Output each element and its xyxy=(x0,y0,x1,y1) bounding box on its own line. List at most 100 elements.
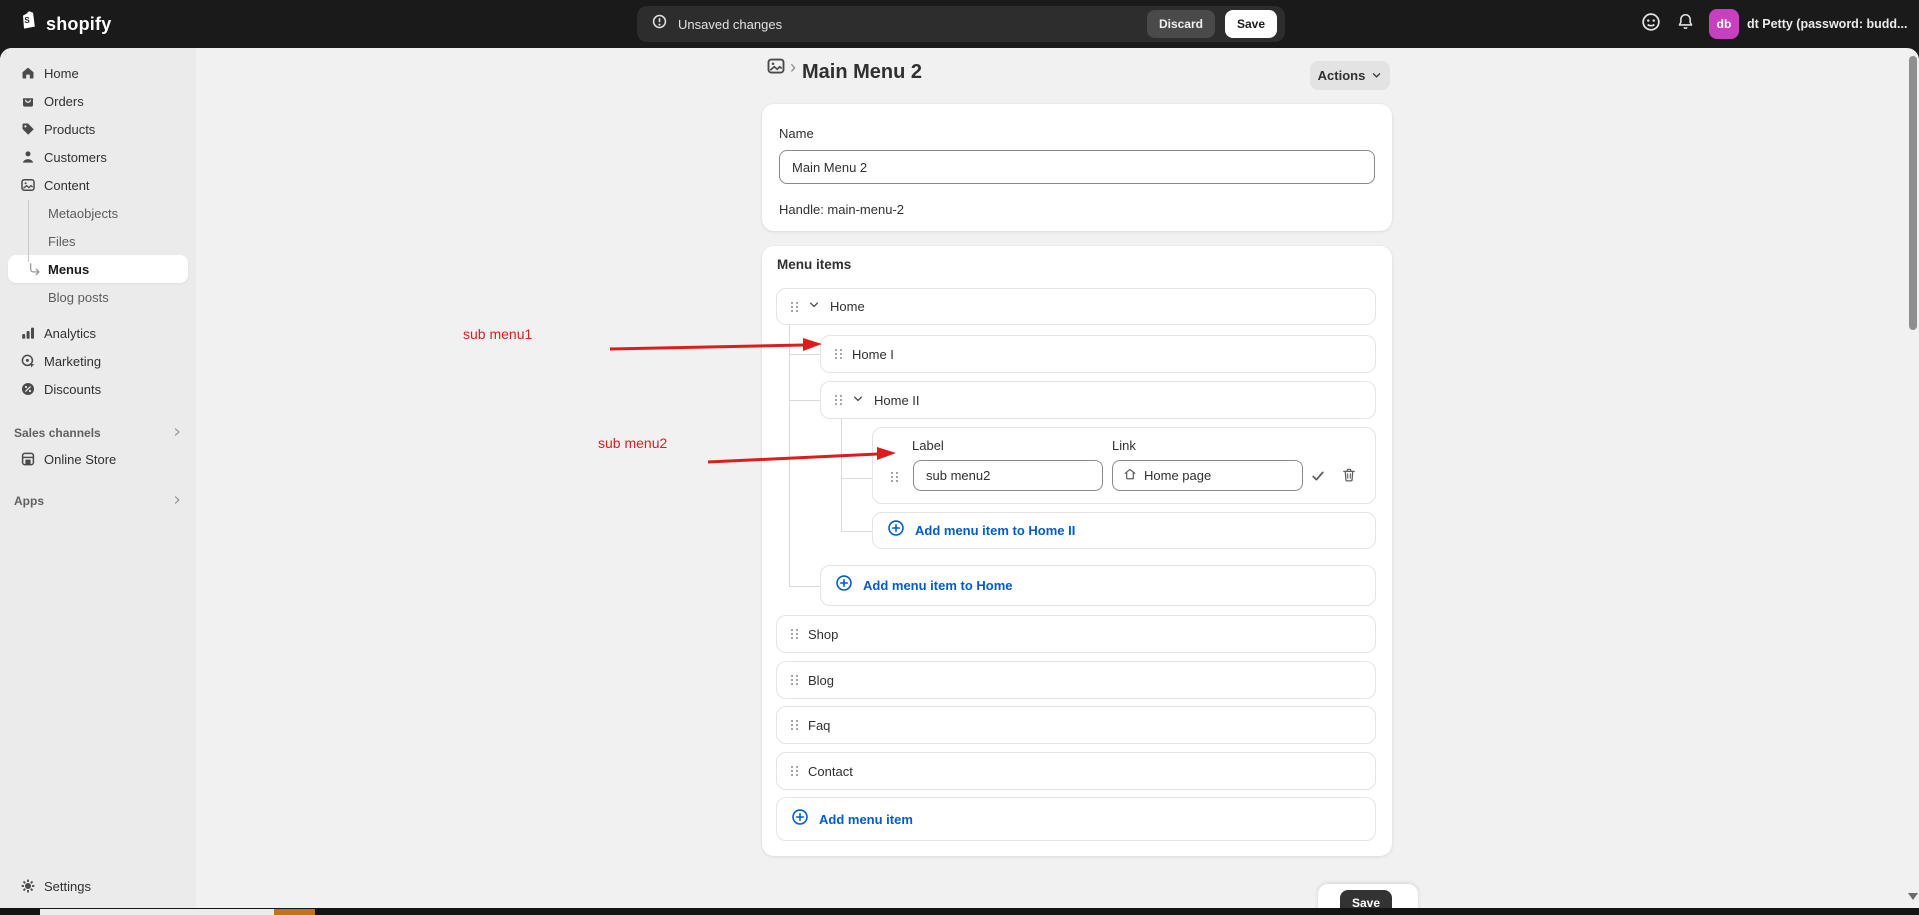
discount-icon xyxy=(20,381,36,397)
menu-row-contact[interactable]: Contact xyxy=(776,752,1376,790)
home-page-icon xyxy=(1123,467,1137,484)
alert-icon xyxy=(651,13,668,35)
chevron-right-icon xyxy=(172,426,182,440)
sidebar-item-online-store[interactable]: Online Store xyxy=(8,445,188,473)
chevron-down-icon xyxy=(1371,70,1382,81)
menu-row-blog[interactable]: Blog xyxy=(776,661,1376,699)
plus-circle-icon xyxy=(791,808,809,831)
user-menu[interactable]: db dt Petty (password: budd... xyxy=(1709,9,1907,39)
add-menu-item-to-home2[interactable]: Add menu item to Home II xyxy=(872,512,1376,549)
annotation-sub-menu1: sub menu1 xyxy=(463,326,532,342)
drag-handle-icon[interactable] xyxy=(835,349,842,359)
target-icon xyxy=(20,353,36,369)
handle-text: Handle: main-menu-2 xyxy=(779,202,904,217)
collapse-chevron-icon[interactable] xyxy=(852,393,864,408)
svg-text:S: S xyxy=(24,16,30,25)
media-icon xyxy=(20,177,36,193)
tree-connector xyxy=(789,354,820,355)
sidebar-item-marketing[interactable]: Marketing xyxy=(8,347,188,375)
tree-arrow-icon xyxy=(28,262,42,276)
drag-handle-icon[interactable] xyxy=(791,675,798,685)
confirm-check-icon[interactable] xyxy=(1310,468,1326,489)
save-button-top[interactable]: Save xyxy=(1225,10,1277,38)
drag-handle-icon[interactable] xyxy=(791,766,798,776)
notifications-bell-icon[interactable] xyxy=(1676,12,1695,36)
taskbar-light-segment xyxy=(40,909,274,915)
delete-trash-icon[interactable] xyxy=(1341,467,1357,488)
tree-connector xyxy=(841,478,872,479)
breadcrumb-menus-icon[interactable] xyxy=(766,56,786,81)
person-icon xyxy=(20,149,36,165)
sidebar-item-analytics[interactable]: Analytics xyxy=(8,319,188,347)
name-input[interactable] xyxy=(779,150,1375,184)
assistant-chat-icon[interactable] xyxy=(1640,11,1662,38)
chevron-right-icon xyxy=(172,494,182,508)
tag-icon xyxy=(20,121,36,137)
drag-handle-icon[interactable] xyxy=(791,629,798,639)
home-icon xyxy=(20,65,36,81)
sidebar-tree-line xyxy=(28,200,29,262)
menu-item-edit-panel: Label Link Home page xyxy=(872,427,1376,504)
orders-icon xyxy=(20,93,36,109)
plus-circle-icon xyxy=(887,519,905,542)
shopify-wordmark: shopify xyxy=(46,14,111,35)
menu-items-card: Menu items Home Home I Home II Lab xyxy=(762,246,1392,856)
menu-row-home2[interactable]: Home II xyxy=(820,381,1376,419)
tree-connector xyxy=(841,531,872,532)
sidebar-item-discounts[interactable]: Discounts xyxy=(8,375,188,403)
user-name: dt Petty (password: budd... xyxy=(1747,17,1907,31)
sidebar-item-metaobjects[interactable]: Metaobjects xyxy=(8,199,188,227)
tree-connector xyxy=(789,325,790,587)
name-card: Name Handle: main-menu-2 xyxy=(762,104,1392,231)
page-title: Main Menu 2 xyxy=(802,61,922,84)
label-input[interactable] xyxy=(913,460,1103,491)
menu-row-home[interactable]: Home xyxy=(776,288,1376,325)
sidebar-item-orders[interactable]: Orders xyxy=(8,87,188,115)
add-menu-item-to-home[interactable]: Add menu item to Home xyxy=(820,565,1376,606)
scrollbar-thumb[interactable] xyxy=(1909,56,1917,330)
sidebar-item-home[interactable]: Home xyxy=(8,59,188,87)
sidebar: Home Orders Products Customers Content M… xyxy=(0,48,196,915)
storefront-icon xyxy=(20,451,36,467)
bottom-taskbar-strip xyxy=(0,908,1919,915)
drag-handle-icon[interactable] xyxy=(791,302,798,312)
gear-icon xyxy=(20,878,36,894)
actions-button[interactable]: Actions xyxy=(1310,61,1390,89)
topbar-right-cluster: db dt Petty (password: budd... xyxy=(1640,0,1907,48)
scrollbar-down-arrow[interactable] xyxy=(1908,893,1918,900)
menu-row-home1[interactable]: Home I xyxy=(820,335,1376,373)
menu-items-title: Menu items xyxy=(777,257,851,272)
drag-handle-icon[interactable] xyxy=(835,395,842,405)
sidebar-item-blog-posts[interactable]: Blog posts xyxy=(8,283,188,311)
discard-button[interactable]: Discard xyxy=(1147,10,1215,38)
label-field-title: Label xyxy=(912,438,944,453)
sidebar-item-content[interactable]: Content xyxy=(8,171,188,199)
link-field-title: Link xyxy=(1112,438,1136,453)
menu-row-faq[interactable]: Faq xyxy=(776,706,1376,744)
tree-connector xyxy=(789,400,820,401)
taskbar-orange-segment xyxy=(274,909,315,915)
shopify-bag-icon: S xyxy=(18,10,40,39)
apps-header[interactable]: Apps xyxy=(8,489,188,513)
shopify-logo[interactable]: S shopify xyxy=(18,0,111,48)
unsaved-changes-bar: Unsaved changes Discard Save xyxy=(637,6,1285,42)
collapse-chevron-icon[interactable] xyxy=(808,299,820,314)
link-input[interactable]: Home page xyxy=(1112,460,1303,491)
plus-circle-icon xyxy=(835,574,853,597)
drag-handle-icon[interactable] xyxy=(791,720,798,730)
sidebar-item-products[interactable]: Products xyxy=(8,115,188,143)
unsaved-changes-text: Unsaved changes xyxy=(678,17,782,32)
sidebar-item-files[interactable]: Files xyxy=(8,227,188,255)
breadcrumb-separator: › xyxy=(790,57,796,78)
tree-connector xyxy=(789,586,820,587)
topbar: S shopify Unsaved changes Discard Save d… xyxy=(0,0,1919,48)
annotation-sub-menu2: sub menu2 xyxy=(598,435,667,451)
sales-channels-header[interactable]: Sales channels xyxy=(8,421,188,445)
bar-chart-icon xyxy=(20,325,36,341)
name-field-label: Name xyxy=(779,126,814,141)
menu-row-shop[interactable]: Shop xyxy=(776,615,1376,653)
sidebar-item-menus[interactable]: Menus xyxy=(8,255,188,283)
add-menu-item[interactable]: Add menu item xyxy=(776,797,1376,841)
sidebar-item-customers[interactable]: Customers xyxy=(8,143,188,171)
sidebar-item-settings[interactable]: Settings xyxy=(8,872,188,900)
